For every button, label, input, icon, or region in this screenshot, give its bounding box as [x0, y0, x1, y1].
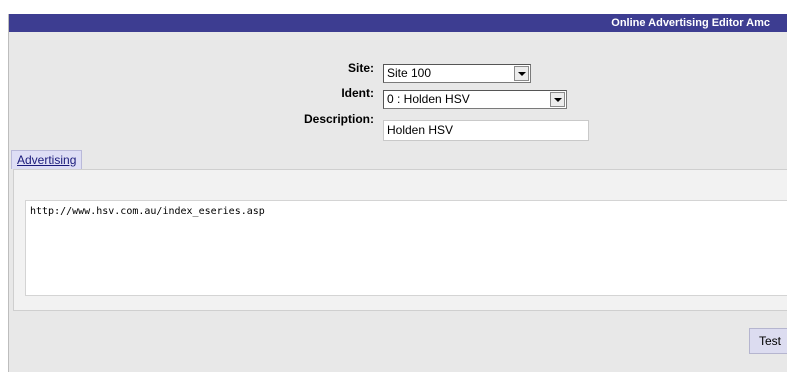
page-title: Online Advertising Editor Amc	[611, 17, 770, 29]
advertising-url-text: http://www.hsv.com.au/index_eseries.asp	[30, 206, 265, 217]
site-label: Site:	[347, 61, 374, 75]
ident-select-value: 0 : Holden HSV	[387, 92, 470, 106]
ident-label: Ident:	[341, 86, 374, 100]
editor-frame: Online Advertising Editor Amc Site: Site…	[8, 14, 787, 372]
advertising-panel: http://www.hsv.com.au/index_eseries.asp	[13, 169, 787, 311]
advertising-url-textarea[interactable]: http://www.hsv.com.au/index_eseries.asp	[25, 200, 787, 296]
test-button[interactable]: Test	[749, 328, 787, 354]
title-bar: Online Advertising Editor Amc	[9, 14, 787, 32]
chevron-down-icon[interactable]	[514, 66, 529, 81]
site-select-value: Site 100	[387, 66, 432, 80]
description-input-value: Holden HSV	[387, 123, 454, 137]
site-select[interactable]: Site 100	[383, 64, 531, 83]
description-input[interactable]: Holden HSV	[383, 120, 589, 141]
chevron-down-icon[interactable]	[550, 92, 565, 107]
description-label: Description:	[303, 112, 374, 126]
ident-select[interactable]: 0 : Holden HSV	[383, 90, 567, 109]
tab-advertising[interactable]: Advertising	[11, 150, 83, 169]
